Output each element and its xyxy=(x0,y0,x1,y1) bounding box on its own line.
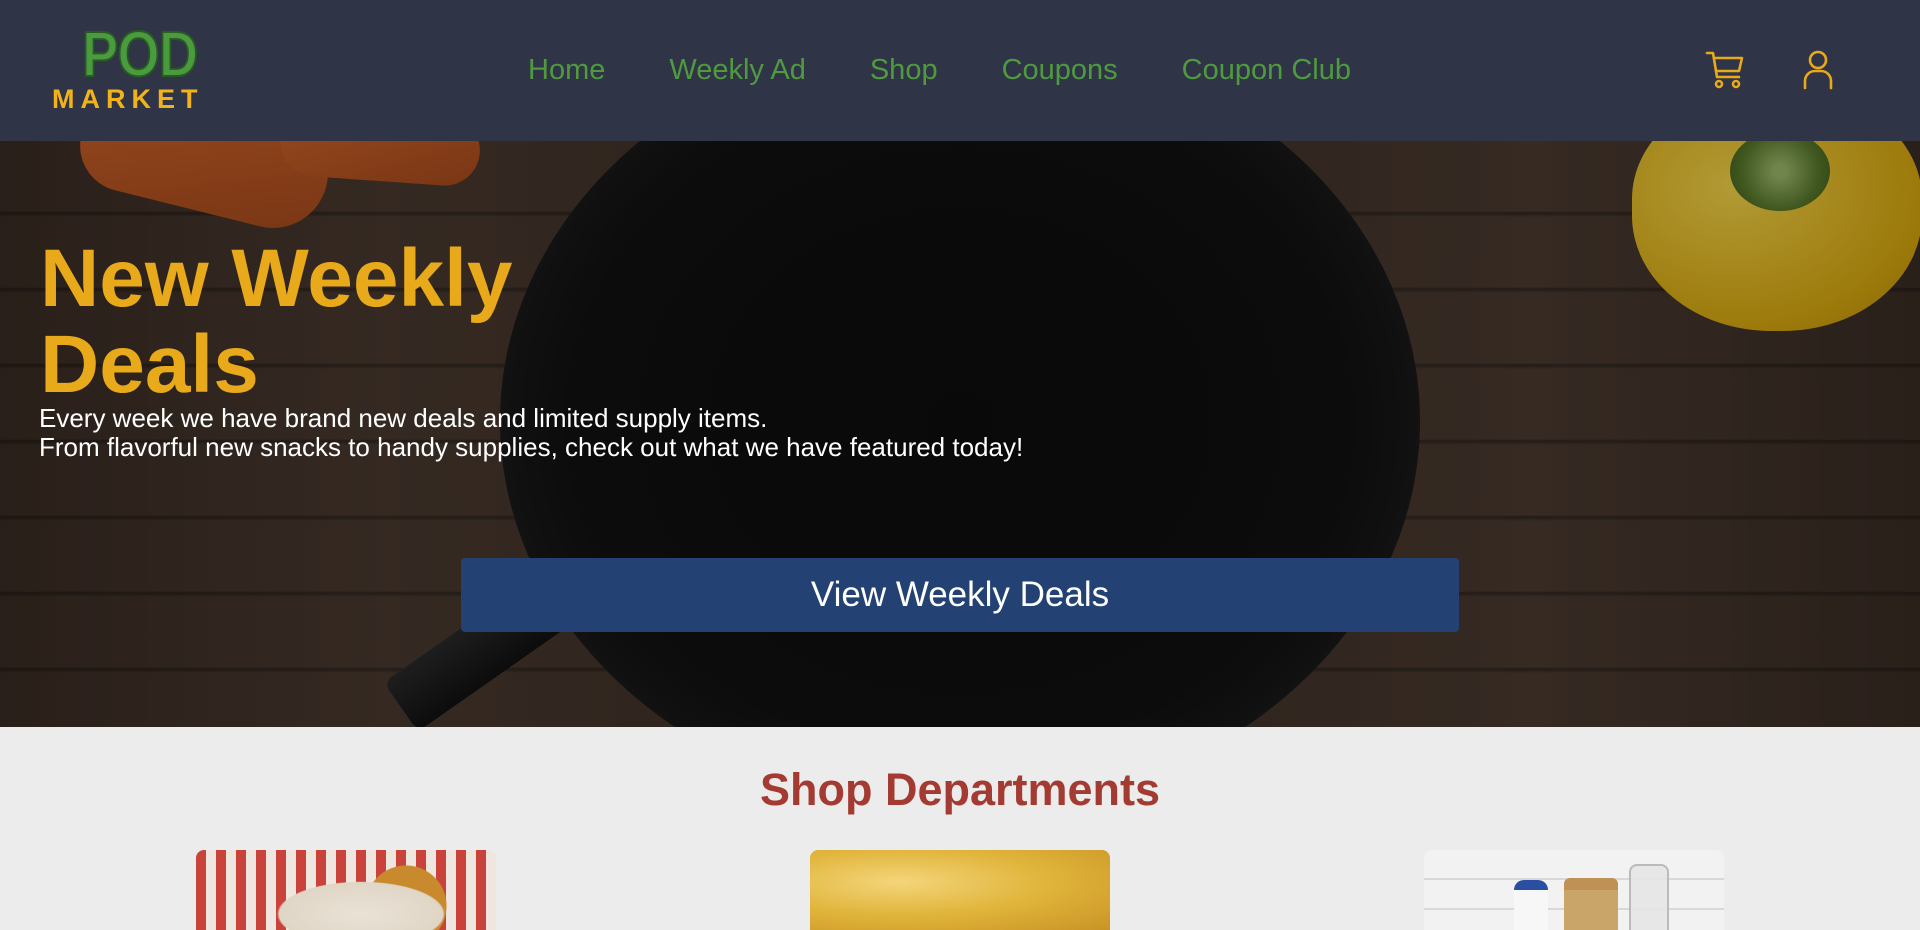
nav-coupons[interactable]: Coupons xyxy=(1002,50,1118,90)
user-icon xyxy=(1803,50,1833,90)
bottle-image xyxy=(1514,880,1548,930)
logo-market-text: MARKET xyxy=(52,84,204,114)
pump-bottle-image xyxy=(1629,864,1669,930)
hero-subtitle-line-2: From flavorful new snacks to handy suppl… xyxy=(39,432,1024,462)
hero-subtitle-line-1: Every week we have brand new deals and l… xyxy=(39,403,768,433)
nav-shop[interactable]: Shop xyxy=(870,50,938,90)
cart-button[interactable] xyxy=(1702,45,1750,93)
hero-subtitle: Every week we have brand new deals and l… xyxy=(39,404,1239,462)
hero-banner: New Weekly Deals Every week we have bran… xyxy=(0,141,1920,727)
nav-weekly-ad[interactable]: Weekly Ad xyxy=(669,50,805,90)
nav-home[interactable]: Home xyxy=(528,50,605,90)
main-nav: Home Weekly Ad Shop Coupons Coupon Club xyxy=(528,50,1351,90)
department-card-snacks[interactable] xyxy=(810,850,1110,930)
shop-departments-title: Shop Departments xyxy=(759,764,1161,815)
account-button[interactable] xyxy=(1794,45,1842,93)
jar-image xyxy=(1564,878,1618,930)
logo-pod-text: POD xyxy=(81,18,199,90)
nav-coupon-club[interactable]: Coupon Club xyxy=(1182,50,1351,90)
cart-icon xyxy=(1705,51,1744,89)
view-weekly-deals-button[interactable]: View Weekly Deals xyxy=(461,558,1459,632)
department-card-food[interactable] xyxy=(196,850,496,930)
pod-market-logo[interactable]: POD MARKET xyxy=(52,18,224,114)
site-header: POD MARKET Home Weekly Ad Shop Coupons C… xyxy=(0,0,1920,141)
department-card-supplies[interactable] xyxy=(1424,850,1724,930)
hero-title: New Weekly Deals xyxy=(40,233,513,410)
